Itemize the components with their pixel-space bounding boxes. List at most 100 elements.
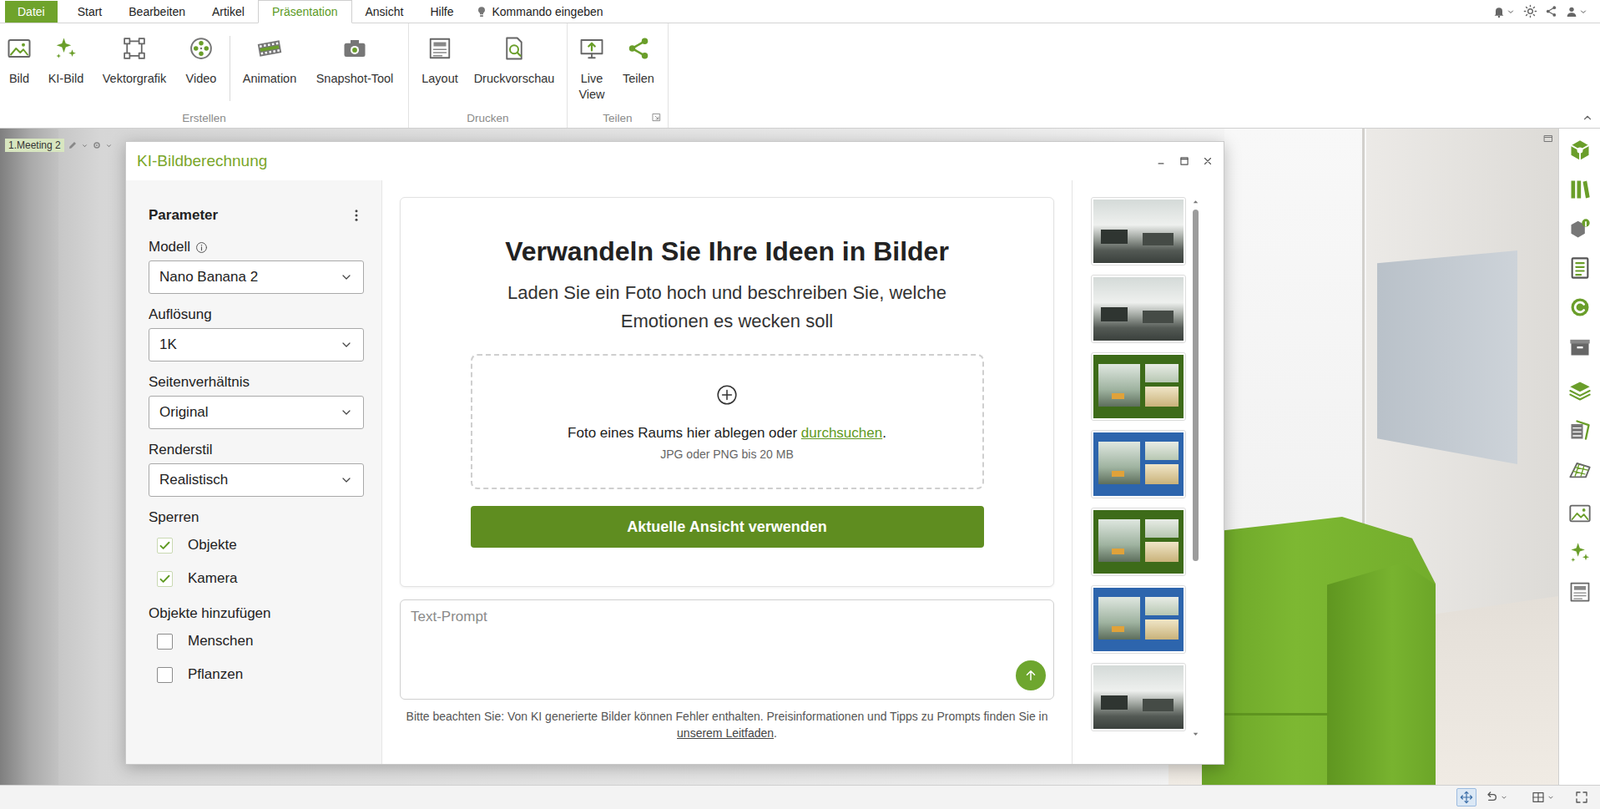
menu-tab[interactable]: Präsentation	[257, 0, 353, 24]
view-layout[interactable]	[1528, 787, 1559, 807]
ribbon-button-label[interactable]: Druckvorschau	[474, 70, 556, 87]
library-icon[interactable]	[1568, 177, 1592, 202]
prompt-box[interactable]	[399, 599, 1055, 700]
caret-icon[interactable]	[1578, 6, 1589, 17]
maximize-icon[interactable]	[1178, 155, 1191, 167]
checkbox[interactable]	[156, 537, 173, 554]
dropdown[interactable]: Realistisch	[148, 463, 364, 497]
checkbox-label[interactable]: Kamera	[187, 570, 238, 587]
menu-tab[interactable]: Ansicht	[352, 0, 418, 23]
dialog-launcher-icon[interactable]	[651, 112, 662, 122]
window-icon[interactable]	[1543, 133, 1554, 144]
checkbox-row[interactable]: Menschen	[148, 624, 364, 658]
dropzone[interactable]: Foto eines Raums hier ablegen oder durch…	[470, 353, 985, 490]
scroll-down-icon[interactable]	[1191, 729, 1201, 739]
ribbon-button-label[interactable]: Layout	[421, 70, 459, 87]
ribbon-button-label[interactable]: Teilen	[622, 70, 655, 87]
ribbon-button-label[interactable]: KI-Bild	[48, 70, 85, 87]
history-thumbnail[interactable]	[1090, 429, 1187, 499]
chevron-down-icon[interactable]	[339, 405, 354, 419]
history-thumbnail[interactable]	[1090, 196, 1187, 266]
dropdown-value[interactable]: Realistisch	[159, 471, 228, 489]
scrollbar-thumb[interactable]	[1192, 209, 1199, 561]
checkbox-row[interactable]: Pflanzen	[148, 657, 364, 692]
dropdown[interactable]: 1K	[148, 328, 364, 362]
dropdown-value[interactable]: Nano Banana 2	[159, 268, 258, 286]
bell-icon[interactable]	[1492, 5, 1506, 19]
ribbon-button-label[interactable]: Snapshot-Tool	[316, 70, 394, 87]
fullscreen-icon[interactable]	[1574, 790, 1589, 804]
undo-menu[interactable]	[1481, 787, 1512, 807]
menu-tab[interactable]: Hilfe	[416, 0, 467, 23]
command-label[interactable]: Kommando eingeben	[491, 5, 603, 19]
history-thumbnail[interactable]	[1090, 662, 1187, 732]
view-tab[interactable]: 1.Meeting 2	[5, 138, 113, 152]
checkbox-label[interactable]: Objekte	[187, 536, 238, 554]
checkbox[interactable]	[156, 633, 173, 650]
minimize-icon[interactable]	[1155, 155, 1167, 167]
check-icon[interactable]	[158, 572, 172, 586]
dropdown-value[interactable]: Original	[159, 403, 209, 421]
chevron-down-icon[interactable]	[339, 473, 354, 487]
grid-icon[interactable]	[1531, 790, 1545, 804]
menu-tab-label[interactable]: Datei	[17, 5, 46, 19]
share-icon[interactable]	[1544, 5, 1558, 18]
share-icon[interactable]	[625, 35, 652, 61]
thumbnail-image[interactable]	[1093, 509, 1184, 574]
ribbon-button[interactable]: Druckvorschau	[469, 35, 559, 87]
menu-tab-label[interactable]: Hilfe	[429, 5, 454, 19]
cube-icon[interactable]	[1568, 138, 1592, 162]
more-icon[interactable]	[348, 207, 364, 223]
browse-link[interactable]: durchsuchen	[801, 424, 883, 441]
view-tab-label[interactable]: 1.Meeting 2	[5, 138, 65, 152]
ribbon-button-label[interactable]: Video	[186, 70, 218, 87]
ribbon-button-label[interactable]: Live View	[568, 70, 616, 103]
menu-tab[interactable]: Bearbeiten	[115, 0, 199, 23]
ribbon-button[interactable]: Snapshot-Tool	[306, 35, 404, 87]
user-icon[interactable]	[1564, 5, 1579, 19]
ribbon-button[interactable]: Video	[174, 35, 228, 87]
texture-icon[interactable]	[1568, 418, 1592, 442]
ribbon-button[interactable]: Live View	[568, 35, 616, 103]
3d-view[interactable]: 1.Meeting 2KI-BildberechnungParameterMod…	[0, 128, 1559, 785]
checkbox-label[interactable]: Menschen	[187, 632, 253, 650]
send-button[interactable]	[1015, 660, 1046, 691]
layers-icon[interactable]	[1568, 378, 1592, 403]
caret-icon[interactable]	[80, 141, 89, 150]
notifications[interactable]	[1492, 5, 1516, 19]
arrow-up-icon[interactable]	[1023, 667, 1039, 683]
ribbon-button[interactable]: Animation	[232, 35, 307, 87]
add-icon[interactable]	[716, 383, 738, 406]
history-thumbnail[interactable]	[1090, 274, 1187, 344]
history-thumbnail[interactable]	[1090, 585, 1187, 654]
scrollbar-track[interactable]	[1190, 206, 1201, 730]
thumbnail-image[interactable]	[1093, 277, 1184, 341]
caret-icon[interactable]	[1546, 792, 1555, 802]
move-icon[interactable]	[1459, 790, 1474, 804]
checkbox-row[interactable]: Kamera	[148, 561, 364, 596]
gear-icon[interactable]	[91, 140, 102, 151]
caret-icon[interactable]	[1499, 792, 1509, 802]
ribbon-button[interactable]: Layout	[409, 35, 470, 87]
terrain-icon[interactable]	[1568, 457, 1592, 481]
menu-tab-label[interactable]: Artikel	[211, 5, 245, 19]
info-icon[interactable]	[195, 241, 208, 254]
layout-icon[interactable]	[1568, 580, 1592, 604]
vector-icon[interactable]	[121, 35, 147, 61]
close-icon[interactable]	[1201, 155, 1214, 167]
ribbon-button[interactable]: Vektorgrafik	[94, 35, 175, 87]
thumbnail-image[interactable]	[1093, 432, 1184, 496]
menu-tab-label[interactable]: Bearbeiten	[128, 5, 186, 19]
ai-image-icon[interactable]	[1568, 540, 1592, 565]
menu-tab[interactable]: Start	[64, 0, 117, 23]
caret-icon[interactable]	[105, 141, 113, 150]
check-icon[interactable]	[158, 539, 172, 552]
live-view-icon[interactable]	[579, 35, 605, 61]
ai-image-icon[interactable]	[53, 35, 79, 61]
scrollbar[interactable]	[1190, 196, 1201, 739]
ribbon-button[interactable]: Bild	[0, 35, 38, 87]
scroll-up-icon[interactable]	[1191, 196, 1201, 207]
use-current-view-button[interactable]: Aktuelle Ansicht verwenden	[470, 505, 985, 548]
checkbox[interactable]	[156, 570, 173, 587]
refresh-icon[interactable]	[1568, 295, 1592, 319]
